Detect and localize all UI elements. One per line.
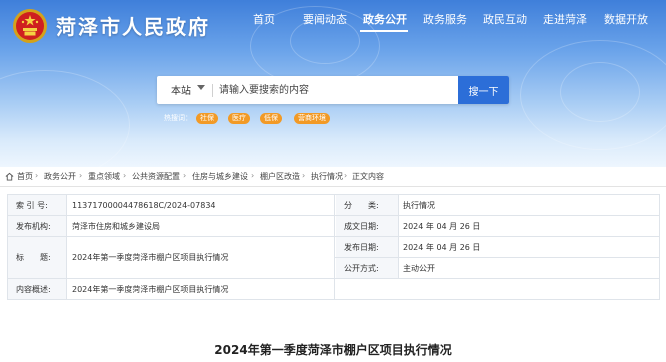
search-scope-select[interactable]: 本站 xyxy=(171,82,191,97)
nav-active-indicator xyxy=(360,30,408,32)
hot-tag-medical[interactable]: 医疗 xyxy=(228,113,250,124)
search-button[interactable]: 搜一下 xyxy=(458,76,509,104)
nav-news[interactable]: 要闻动态 xyxy=(303,11,347,27)
publish-date-label: 发布日期: xyxy=(336,237,398,257)
breadcrumb-separator: › xyxy=(302,171,306,180)
index-no-label: 索 引 号: xyxy=(8,195,66,215)
breadcrumb-separator: › xyxy=(251,171,255,180)
breadcrumb-public-resources[interactable]: 公共资源配置 xyxy=(132,171,180,182)
category-value: 执行情况 xyxy=(403,200,435,210)
search-input[interactable] xyxy=(219,80,449,100)
decorative-pattern xyxy=(560,62,640,122)
nav-gov-affairs-open[interactable]: 政务公开 xyxy=(363,11,407,27)
breadcrumb-separator: › xyxy=(123,171,127,180)
home-icon xyxy=(5,172,14,181)
breadcrumb-current: 正文内容 xyxy=(352,172,384,181)
nav-home[interactable]: 首页 xyxy=(253,11,275,27)
breadcrumb-separator: › xyxy=(344,171,348,180)
hot-tag-subsistence[interactable]: 低保 xyxy=(260,113,282,124)
article-title: 2024年第一季度菏泽市棚户区项目执行情况 xyxy=(214,343,452,357)
table-divider xyxy=(334,257,659,258)
site-title[interactable]: 菏泽市人民政府 xyxy=(56,11,210,40)
table-divider xyxy=(398,195,399,278)
hot-tag-business-environment[interactable]: 营商环境 xyxy=(294,113,330,124)
publish-date-value: 2024 年 04 月 26 日 xyxy=(403,242,481,252)
breadcrumb-key-areas[interactable]: 重点领域 xyxy=(88,171,120,182)
category-label: 分 类: xyxy=(336,195,398,215)
divider xyxy=(212,84,213,97)
divider xyxy=(0,186,666,187)
breadcrumb-home[interactable]: 首页 xyxy=(17,171,33,182)
nav-gov-services[interactable]: 政务服务 xyxy=(423,11,467,27)
decorative-pattern xyxy=(0,70,130,167)
breadcrumb-housing[interactable]: 住房与城乡建设 xyxy=(192,171,248,182)
chevron-down-icon[interactable] xyxy=(197,85,205,90)
breadcrumb-separator: › xyxy=(183,171,187,180)
table-divider xyxy=(334,195,335,299)
document-info-table: 索 引 号: 11371700004478618C/2024-07834 分 类… xyxy=(7,194,660,300)
breadcrumb-separator: › xyxy=(35,171,39,180)
nav-about-heze[interactable]: 走进菏泽 xyxy=(543,11,587,27)
publisher-value: 菏泽市住房和城乡建设局 xyxy=(72,221,160,231)
breadcrumb-separator: › xyxy=(79,171,83,180)
summary-value: 2024年第一季度菏泽市棚户区项目执行情况 xyxy=(72,284,229,294)
hot-tag-social-security[interactable]: 社保 xyxy=(196,113,218,124)
created-date-value: 2024 年 04 月 26 日 xyxy=(403,221,481,231)
search-bar: 本站 搜一下 xyxy=(157,76,509,104)
index-no-value: 11371700004478618C/2024-07834 xyxy=(72,200,216,210)
breadcrumb-gov-open[interactable]: 政务公开 xyxy=(44,171,76,182)
breadcrumb-execution[interactable]: 执行情况 xyxy=(311,171,343,182)
publisher-label: 发布机构: xyxy=(8,216,66,236)
summary-label: 内容概述: xyxy=(8,279,66,299)
title-value: 2024年第一季度菏泽市棚户区项目执行情况 xyxy=(72,253,229,262)
created-date-label: 成文日期: xyxy=(336,216,398,236)
nav-open-data[interactable]: 数据开放 xyxy=(604,11,648,27)
title-label: 标 题: xyxy=(8,237,66,278)
hot-search-label: 热搜词： xyxy=(164,114,192,122)
nav-interaction[interactable]: 政民互动 xyxy=(483,11,527,27)
site-header: 菏泽市人民政府 首页 要闻动态 政务公开 政务服务 政民互动 走进菏泽 数据开放… xyxy=(0,0,666,167)
disclosure-method-value: 主动公开 xyxy=(403,263,435,273)
breadcrumb-shantytown[interactable]: 棚户区改造 xyxy=(260,171,300,182)
disclosure-method-label: 公开方式: xyxy=(336,258,398,278)
national-emblem-icon xyxy=(13,9,47,43)
table-divider xyxy=(66,195,67,299)
